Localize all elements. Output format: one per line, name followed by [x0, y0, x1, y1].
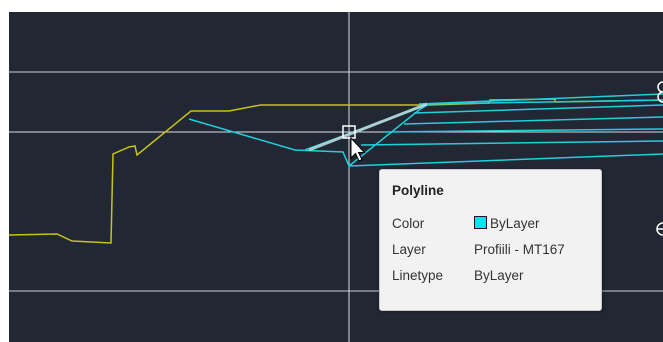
- property-row-layer: Layer Profiili - MT167: [392, 242, 597, 262]
- cad-viewport[interactable]: Polyline Color ByLayer Layer Profiili - …: [0, 0, 663, 342]
- profile-line-2[interactable]: [413, 104, 663, 114]
- arrow-cursor-icon: [350, 136, 366, 162]
- property-label: Color: [392, 216, 425, 231]
- color-value-text: ByLayer: [490, 216, 540, 231]
- profile-line-3[interactable]: [403, 116, 663, 125]
- profile-line-5[interactable]: [360, 140, 663, 146]
- partial-symbol-top-right-icon: [657, 81, 663, 103]
- profile-line-6[interactable]: [348, 153, 663, 167]
- partial-symbol-right-icon: [656, 222, 663, 236]
- property-label: Layer: [392, 242, 426, 257]
- tooltip-title: Polyline: [392, 183, 444, 198]
- property-value: ByLayer: [474, 268, 524, 283]
- drawing-area[interactable]: Polyline Color ByLayer Layer Profiili - …: [9, 12, 663, 342]
- object-tooltip: Polyline Color ByLayer Layer Profiili - …: [379, 169, 602, 311]
- property-row-color: Color ByLayer: [392, 216, 597, 236]
- highlighted-segment[interactable]: [308, 102, 428, 152]
- property-row-linetype: Linetype ByLayer: [392, 268, 597, 288]
- property-label: Linetype: [392, 268, 444, 283]
- cyan-color-swatch: [474, 216, 487, 229]
- property-value: ByLayer: [474, 216, 540, 231]
- property-value: Profiili - MT167: [474, 242, 565, 257]
